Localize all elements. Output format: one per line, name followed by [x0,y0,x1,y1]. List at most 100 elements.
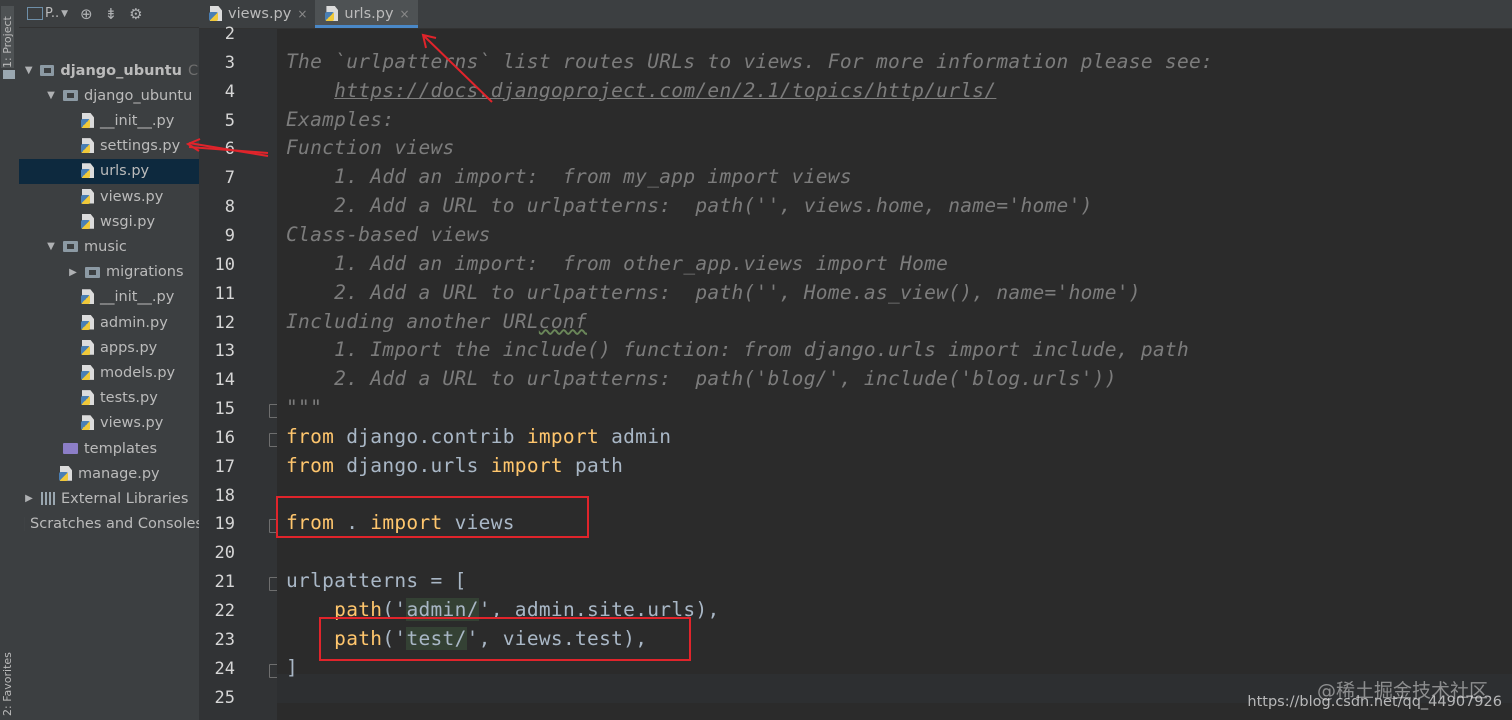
annotation-box-test-path [319,617,691,661]
code-token: 1. Add an import: from other_app.views i… [286,251,949,275]
python-file-icon [81,365,97,381]
python-file-icon [59,466,75,482]
tree-item-label: __init__.py [100,289,175,306]
close-icon[interactable]: × [400,7,410,21]
tree-item[interactable]: ▼ music [19,234,199,259]
python-file-icon [81,390,97,406]
close-icon[interactable]: × [297,7,307,21]
code-line: """ [286,396,322,419]
code-token: admin [599,424,672,448]
tree-item-label: manage.py [78,465,160,482]
code-token: import [526,424,600,448]
tree-item[interactable]: models.py [19,360,199,385]
tree-item[interactable]: views.py [19,184,199,209]
line-number: 7 [224,168,235,189]
project-view-label: P.. [45,6,60,21]
line-number: 5 [224,110,235,131]
package-folder-icon [40,65,55,76]
locate-target-icon[interactable]: ⊕ [80,5,93,23]
collapse-all-icon[interactable]: ⇟ [105,5,118,23]
line-number: 3 [224,52,235,73]
python-file-icon [81,113,97,129]
tree-item-label: tests.py [100,390,158,407]
code-token: import [490,453,563,477]
tree-item[interactable]: Scratches and Consoles [19,512,199,537]
line-number: 21 [214,572,235,593]
tree-item[interactable]: __init__.py [19,108,199,133]
code-line: 2. Add a URL to urlpatterns: path('', Ho… [286,281,1141,304]
python-file-icon [325,6,341,22]
tree-item[interactable]: ▼ django_ubuntu [19,83,199,108]
tree-item[interactable]: templates [19,436,199,461]
tree-item[interactable]: urls.py [19,158,199,184]
annotation-box-import-views [276,496,589,538]
line-number: 4 [224,81,235,102]
folder-icon [3,70,15,79]
tree-item[interactable]: wsgi.py [19,209,199,234]
template-folder-icon [63,443,78,454]
collapsed-arrow-icon[interactable]: ▶ [23,493,35,504]
python-file-icon [81,340,97,356]
project-toolbar: P.. ▼ ⊕ ⇟ ⚙ [19,0,199,28]
python-file-icon [81,138,97,154]
tree-item-label: django_ubuntu [84,87,193,104]
project-panel: P.. ▼ ⊕ ⇟ ⚙ ▼django_ubuntuC:▼django_ubun… [19,0,199,720]
tree-item[interactable]: __init__.py [19,285,199,310]
code-token: django.urls [334,453,491,477]
tree-item-label: templates [84,440,158,457]
tree-item-label: urls.py [100,163,150,180]
tree-item[interactable]: ▶ migrations [19,260,199,285]
tree-item[interactable]: manage.py [19,461,199,486]
code-token: from [286,424,335,448]
code-token: urlpatterns = [ [286,569,467,593]
tree-item-label: views.py [100,415,164,432]
favorites-tool-window-tab[interactable]: 2: Favorites [1,652,14,716]
code-line: 2. Add a URL to urlpatterns: path('blog/… [286,367,1117,390]
collapsed-arrow-icon[interactable]: ▶ [67,267,79,278]
line-number: 12 [214,312,235,333]
tool-window-strip: 1: Project 2: Favorites [0,0,20,720]
line-number: 11 [214,283,235,304]
tree-item[interactable]: ▶ External Libraries [19,486,199,511]
code-line: The `urlpatterns` list routes URLs to vi… [286,50,1213,73]
line-number: 14 [214,370,235,391]
code-line: Examples: [286,108,394,131]
line-number: 10 [214,254,235,275]
line-number: 8 [224,197,235,218]
code-token: The `urlpatterns` list routes URLs to vi… [286,49,1214,73]
code-line: Function views [286,136,455,159]
package-folder-icon [85,266,100,278]
code-token: ] [286,655,299,679]
watermark-url: https://blog.csdn.net/qq_44907926 [1247,694,1502,710]
gear-icon[interactable]: ⚙ [129,5,142,23]
code-line: urlpatterns = [ [286,569,467,592]
code-token: conf [538,309,588,333]
tree-item[interactable]: apps.py [19,335,199,360]
project-tool-window-tab[interactable]: 1: Project [1,6,14,68]
line-number: 19 [214,514,235,535]
code-token: Examples: [286,107,395,131]
tree-item-label: admin.py [100,314,168,331]
expanded-arrow-icon[interactable]: ▼ [45,241,57,252]
code-line: from django.urls import path [286,454,623,477]
python-file-icon [209,6,225,22]
editor-tab[interactable]: urls.py × [315,0,418,28]
editor-tab-label: views.py [228,6,292,22]
tree-item[interactable]: tests.py [19,386,199,411]
code-token: https://docs.djangoproject.com/en/2.1/to… [334,78,997,102]
code-line: Class-based views [286,223,491,246]
tree-item[interactable]: settings.py [19,134,199,159]
tree-item[interactable]: admin.py [19,310,199,335]
tree-item[interactable]: views.py [19,411,199,436]
code-token: Including another URL [286,309,539,333]
tree-item-path: C: [187,62,199,79]
expanded-arrow-icon[interactable]: ▼ [45,90,57,101]
line-number: 22 [214,601,235,621]
tree-item[interactable]: ▼ django_ubuntu C: [19,58,199,83]
python-file-icon [81,189,97,205]
code-line: ] [286,656,298,679]
expanded-arrow-icon[interactable]: ▼ [23,65,34,76]
python-file-icon [81,315,97,331]
project-view-selector[interactable]: P.. ▼ [27,6,68,21]
line-number: 18 [214,485,235,506]
